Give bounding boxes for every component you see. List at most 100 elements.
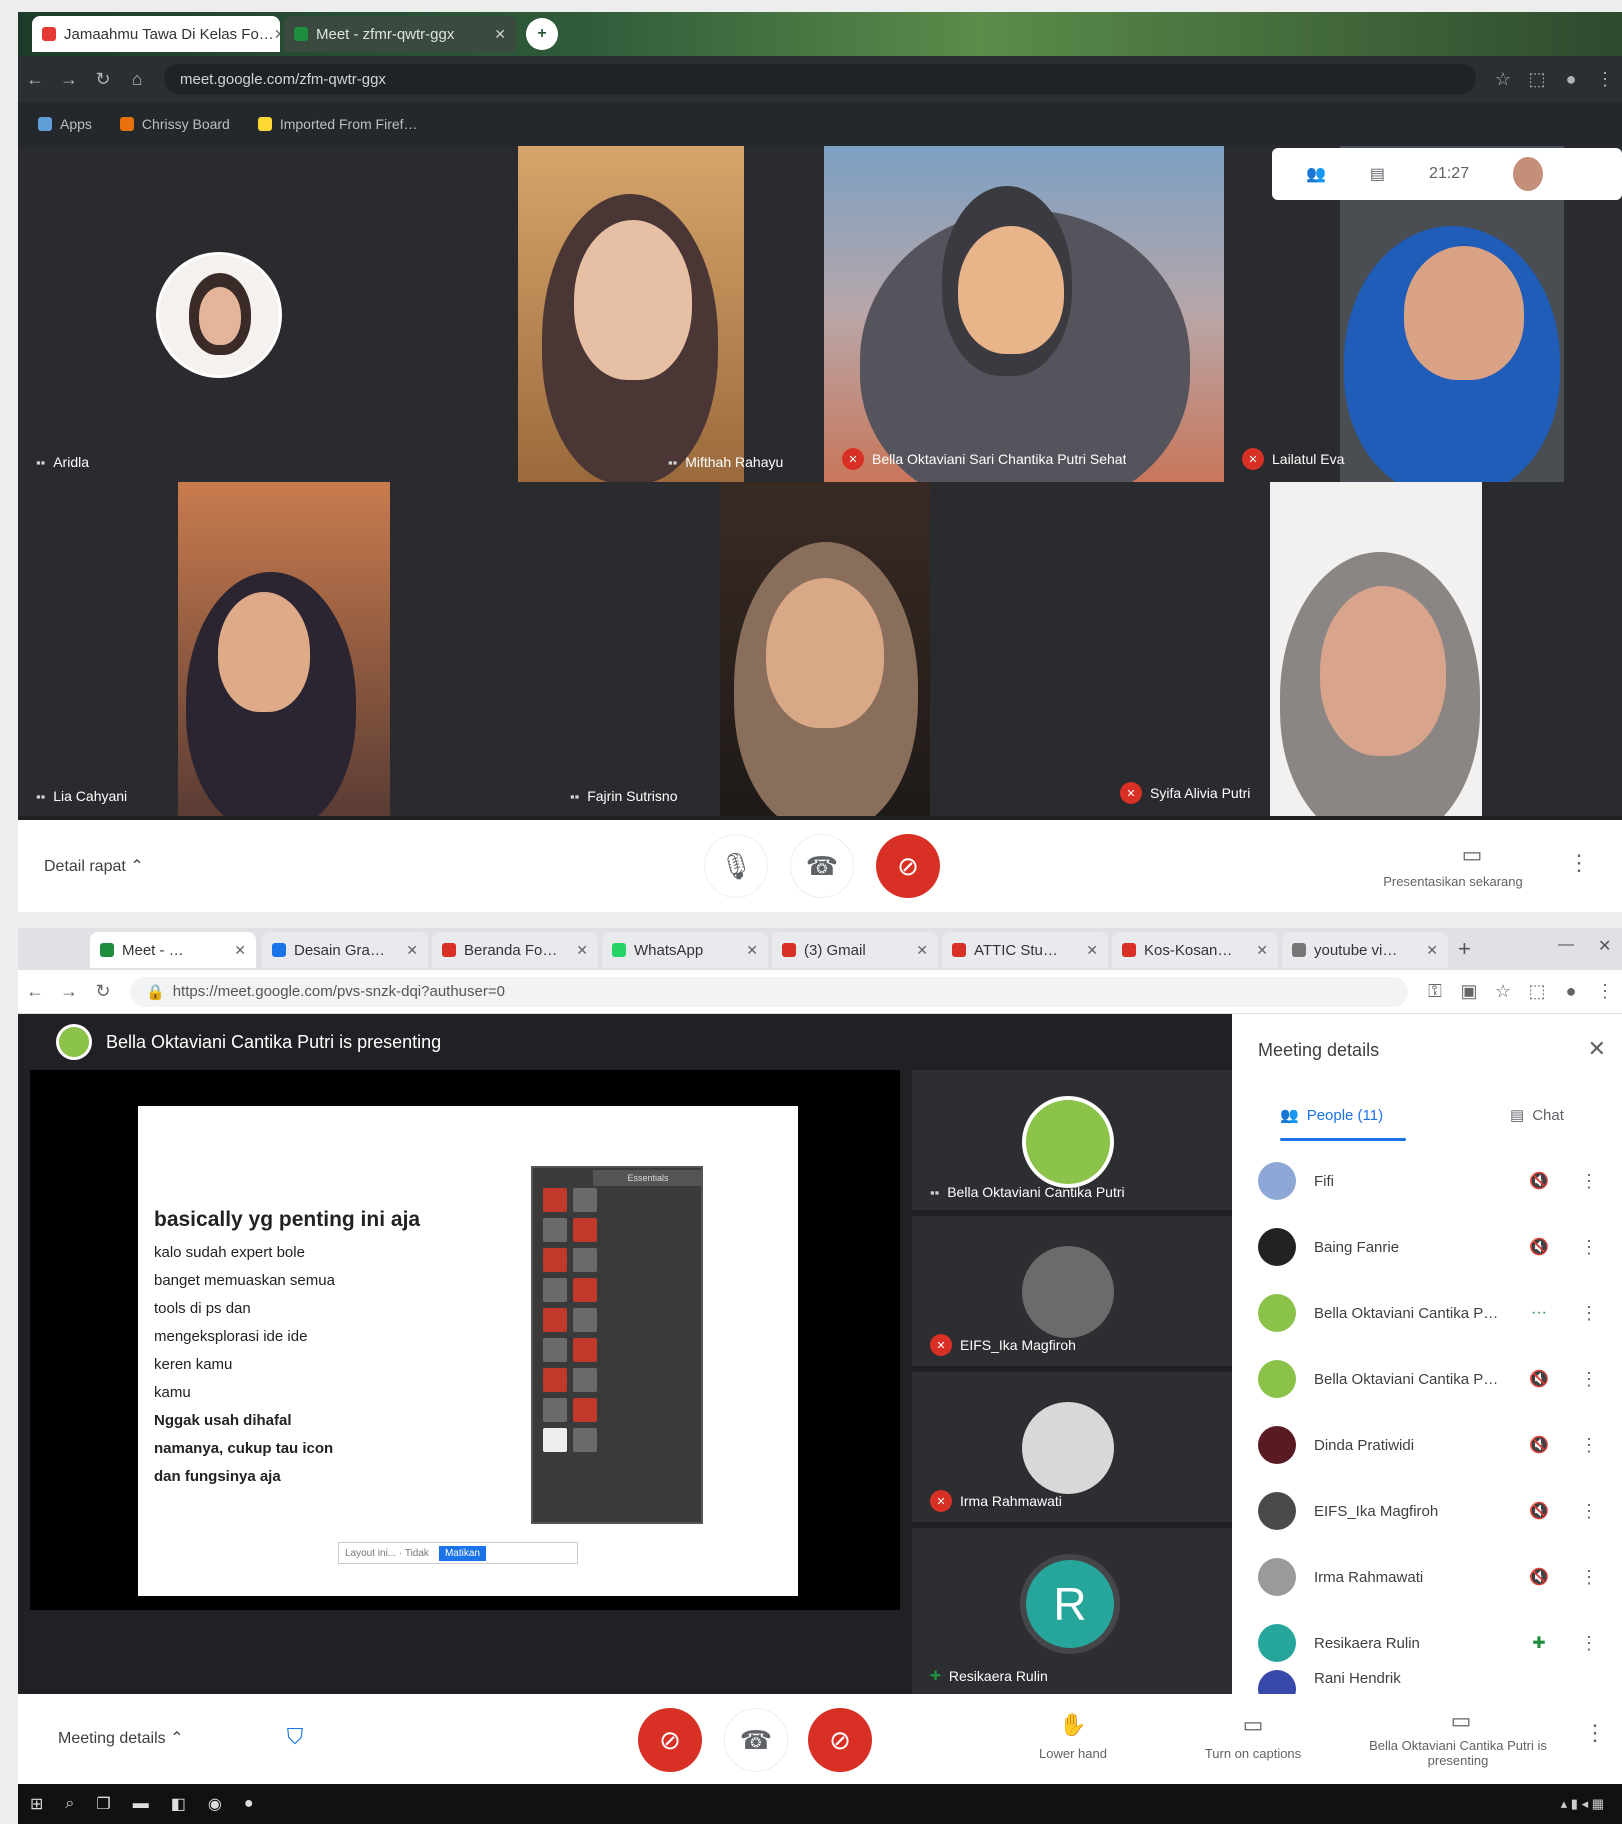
participant-tile[interactable]: ▪▪ Mifthah Rahayu [518,146,824,482]
close-window-icon[interactable]: ✕ [1598,936,1611,956]
forward-icon[interactable]: → [52,981,86,1002]
present-icon[interactable]: ▭ [1446,1708,1476,1734]
search-icon[interactable]: ⌕ [65,1795,74,1813]
store-icon[interactable]: ◧ [171,1794,186,1814]
back-icon[interactable]: ← [18,69,52,90]
people-icon[interactable]: 👥 [1306,164,1326,184]
close-icon[interactable]: ✕ [494,26,506,43]
participant-tile[interactable]: R ✚ Resikaera Rulin [912,1528,1232,1694]
participant-row[interactable]: EIFS_Ika Magfiroh 🔇 ⋮ [1258,1484,1608,1538]
menu-icon[interactable]: ⋮ [1588,981,1622,1002]
present-now-button[interactable]: Presentasikan sekarang [1358,874,1548,889]
more-icon[interactable]: ⋮ [1584,1720,1606,1746]
tab-item[interactable]: youtube vi… ✕ [1282,932,1448,968]
mic-off-icon[interactable]: 🔇 [1524,1501,1554,1521]
chat-icon[interactable]: ▤ [1370,164,1385,184]
bookmark-imported[interactable]: Imported From Firef… [257,116,418,132]
profile-icon[interactable]: ● [1554,69,1588,90]
url-field[interactable]: 🔒 https://meet.google.com/pvs-snzk-dqi?au… [130,976,1408,1007]
bookmark-apps[interactable]: Apps [38,116,92,132]
mic-off-icon[interactable]: 🔇 [1524,1567,1554,1587]
mic-icon[interactable]: ✚ [1524,1633,1554,1653]
participant-row[interactable]: Irma Rahmawati 🔇 ⋮ [1258,1550,1608,1604]
windows-start-icon[interactable]: ⊞ [30,1794,43,1814]
tab-classroom[interactable]: Jamaahmu Tawa Di Kelas Fo… ✕ [32,16,280,52]
leave-call-button[interactable]: ☎ [790,834,854,898]
participant-tile[interactable]: ▪▪ Aridla [18,146,518,482]
close-icon[interactable]: ✕ [406,942,418,959]
close-icon[interactable]: ✕ [1086,942,1098,959]
close-icon[interactable]: ✕ [576,942,588,959]
participant-row[interactable]: Bella Oktaviani Cantika Putri 🔇 ⋮ [1258,1352,1608,1406]
task-view-icon[interactable]: ❐ [96,1794,110,1814]
meeting-details-button[interactable]: Detail rapat ⌃ [44,856,144,876]
more-icon[interactable]: ⋮ [1580,1435,1598,1456]
new-tab-icon[interactable]: + [526,18,558,50]
mic-off-icon[interactable]: 🔇 [1524,1237,1554,1257]
forward-icon[interactable]: → [52,69,86,90]
camera-button[interactable]: ⊘ [876,834,940,898]
more-icon[interactable]: ⋮ [1580,1501,1598,1522]
tab-item[interactable]: Desain Gra… ✕ [262,932,428,968]
more-icon[interactable]: ⋮ [1580,1369,1598,1390]
file-explorer-icon[interactable]: ▬ [133,1795,149,1813]
mic-button[interactable]: 🎙 [704,834,768,898]
camera-button[interactable]: ⊘ [808,1708,872,1772]
captions-icon[interactable]: ▭ [1238,1712,1268,1738]
close-icon[interactable]: ✕ [1256,942,1268,959]
mic-off-icon[interactable]: 🔇 [1524,1369,1554,1389]
participant-tile[interactable]: ✕ Syifa Alivia Putri [720,482,1622,816]
reload-icon[interactable]: ↻ [86,981,120,1002]
close-icon[interactable]: ✕ [274,26,280,43]
reload-icon[interactable]: ↻ [86,69,120,90]
participant-tile[interactable]: ✕ EIFS_Ika Magfiroh [912,1216,1232,1366]
app-icon[interactable]: ● [244,1795,254,1813]
participant-tile[interactable]: ▪▪ Bella Oktaviani Cantika Putri [912,1070,1232,1210]
meeting-details-button[interactable]: Meeting details ⌃ [58,1728,183,1748]
mic-off-icon[interactable]: 🔇 [1524,1435,1554,1455]
mic-off-icon[interactable]: 🔇 [1524,1171,1554,1191]
more-icon[interactable]: ⋮ [1568,850,1590,876]
mic-button[interactable]: ⊘ [638,1708,702,1772]
url-field[interactable]: meet.google.com/zfm-qwtr-ggx [164,64,1476,94]
home-icon[interactable]: ⌂ [120,69,154,90]
tab-item[interactable]: WhatsApp ✕ [602,932,768,968]
close-icon[interactable]: ✕ [1426,942,1438,959]
hand-icon[interactable]: ✋ [1058,1712,1088,1738]
tab-item[interactable]: ATTIC Stu… ✕ [942,932,1108,968]
participant-row[interactable]: Resikaera Rulin ✚ ⋮ [1258,1616,1608,1670]
close-icon[interactable]: ✕ [746,942,758,959]
close-icon[interactable]: ✕ [234,942,246,959]
tab-meet[interactable]: Meet - … ✕ [90,932,256,968]
tab-people[interactable]: 👥 People (11) [1280,1106,1383,1125]
captions-button[interactable]: Turn on captions [1188,1746,1318,1761]
more-icon[interactable]: ⋮ [1580,1171,1598,1192]
more-icon[interactable]: ⋮ [1580,1567,1598,1588]
mic-icon[interactable]: ··· [1524,1304,1554,1322]
participant-tile[interactable]: ▪▪ Lia Cahyani ▪▪ Fajrin Sutrisno [18,482,720,816]
participant-row[interactable]: Rani Hendrik [1258,1670,1608,1694]
key-icon[interactable]: ⚿ [1418,981,1452,1002]
tab-meet[interactable]: Meet - zfmr-qwtr-ggx ✕ [284,16,516,52]
close-icon[interactable]: ✕ [916,942,928,959]
back-icon[interactable]: ← [18,981,52,1002]
participant-row[interactable]: Dinda Pratiwidi 🔇 ⋮ [1258,1418,1608,1472]
chrome-icon[interactable]: ◉ [208,1794,222,1814]
participant-tile[interactable]: ✕ Irma Rahmawati [912,1372,1232,1522]
tab-item[interactable]: (3) Gmail ✕ [772,932,938,968]
more-icon[interactable]: ⋮ [1580,1237,1598,1258]
extension-icon[interactable]: ⬚ [1520,981,1554,1002]
participant-row[interactable]: Bella Oktaviani Cantika Putri ··· ⋮ [1258,1286,1608,1340]
participant-row[interactable]: Baing Fanrie 🔇 ⋮ [1258,1220,1608,1274]
tab-item[interactable]: Beranda Fo… ✕ [432,932,598,968]
minimize-icon[interactable]: — [1558,936,1574,954]
new-tab-icon[interactable]: + [1458,936,1471,962]
tab-chat[interactable]: ▤ Chat [1510,1106,1564,1125]
more-icon[interactable]: ⋮ [1580,1303,1598,1324]
participant-tile[interactable]: ✕ Bella Oktaviani Sari Chantika Putri Seh… [824,146,1224,482]
self-avatar[interactable] [1513,157,1544,191]
presenting-status-button[interactable]: Bella Oktaviani Cantika Putri is present… [1358,1738,1558,1768]
star-icon[interactable]: ☆ [1486,981,1520,1002]
close-icon[interactable]: ✕ [1588,1036,1606,1062]
participant-row[interactable]: Fifi 🔇 ⋮ [1258,1154,1608,1208]
